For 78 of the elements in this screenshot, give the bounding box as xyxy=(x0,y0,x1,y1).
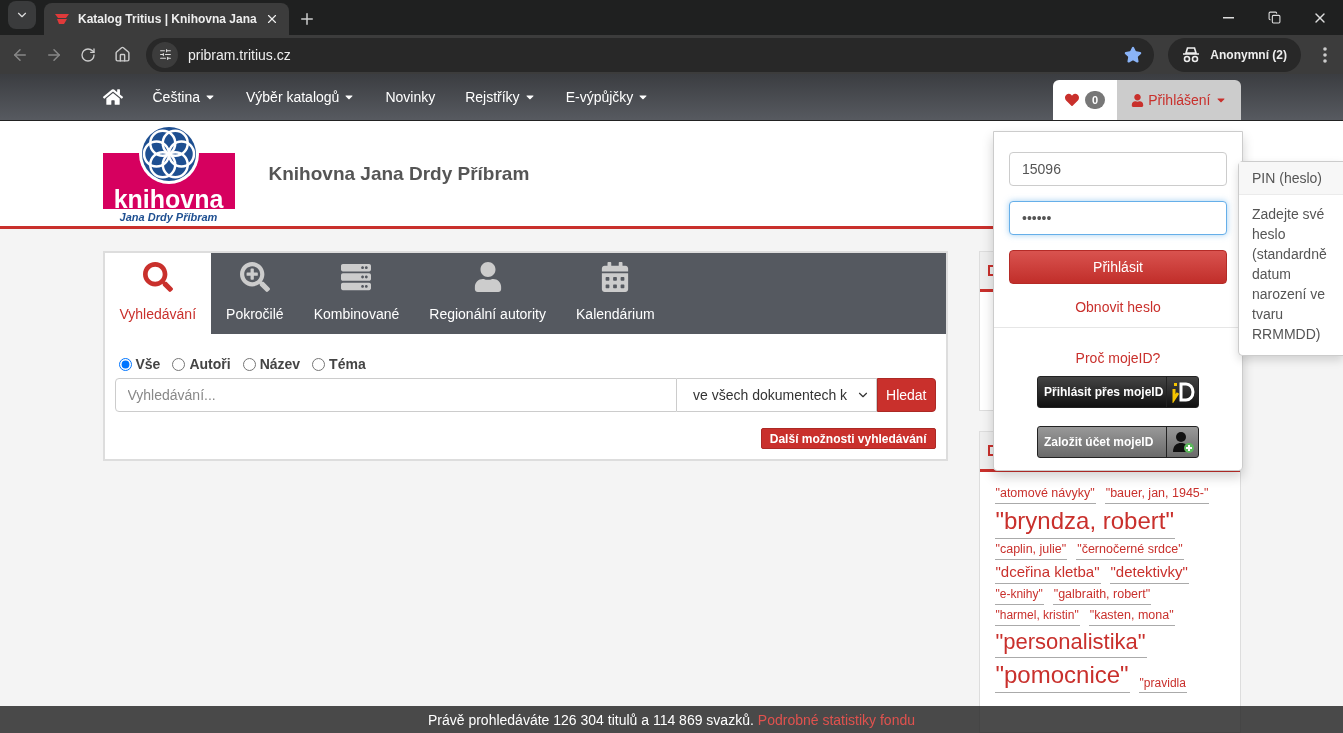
user-icon xyxy=(1131,93,1145,107)
tag-link[interactable]: "galbraith, robert" xyxy=(1052,586,1152,605)
home-icon xyxy=(102,87,123,108)
search-field[interactable]: Vyhledávání... xyxy=(114,378,678,412)
home-button[interactable] xyxy=(112,44,132,65)
radio-button[interactable] xyxy=(242,357,256,371)
tag-link[interactable]: "bryndza, robert" xyxy=(994,507,1175,539)
add-user-icon xyxy=(1170,430,1195,454)
mojeid-register-button[interactable]: Založit účet mojeID xyxy=(1037,426,1199,458)
radio-label[interactable]: Název xyxy=(259,356,301,372)
browser-tab[interactable]: Katalog Tritius | Knihovna Jana xyxy=(44,3,289,36)
id-logo-icon xyxy=(1170,381,1195,403)
login-button[interactable]: Přihlásit xyxy=(1009,250,1227,284)
calendar-icon xyxy=(600,262,631,292)
tag-link[interactable]: "pravidla xyxy=(1138,675,1187,693)
count-badge: 0 xyxy=(1085,91,1106,110)
address-bar[interactable]: pribram.tritius.cz xyxy=(146,37,1155,72)
mojeid-login-button[interactable]: Přihlásit přes mojeID xyxy=(1037,376,1199,408)
tag-link[interactable]: "kasten, mona" xyxy=(1088,607,1175,626)
person-icon xyxy=(472,262,503,292)
tag-link[interactable]: "harmel, kristin" xyxy=(994,608,1080,626)
password-field[interactable]: •••••• xyxy=(1009,201,1227,235)
search-tab[interactable]: Kombinované xyxy=(298,253,415,334)
url-text: pribram.tritius.cz xyxy=(188,46,292,63)
search-button[interactable]: Hledat xyxy=(877,378,936,412)
logo-subtitle: Jana Drdy Příbram xyxy=(118,209,219,224)
favorites-button[interactable]: 0 xyxy=(1053,80,1118,121)
home-icon xyxy=(113,46,131,64)
tag-link[interactable]: "caplin, julie" xyxy=(994,541,1068,560)
heart-icon xyxy=(1065,93,1080,108)
username-field[interactable]: 15096 xyxy=(1009,152,1227,186)
nav-menu[interactable]: Výběr katalogů xyxy=(230,89,371,106)
search-tab[interactable]: Pokročilé xyxy=(211,253,299,334)
bookmark-star-icon[interactable] xyxy=(1124,45,1143,64)
more-options-button[interactable]: Další možnosti vyhledávání xyxy=(760,428,936,449)
server-icon xyxy=(341,262,372,292)
nav-menu[interactable]: Čeština xyxy=(137,89,231,106)
minimize-icon xyxy=(1222,16,1234,19)
radio-button[interactable] xyxy=(118,357,132,371)
library-title: Knihovna Jana Drdy Příbram xyxy=(268,162,530,185)
site-info-button[interactable] xyxy=(152,41,178,68)
tag-link[interactable]: "e-knihy" xyxy=(994,587,1044,605)
sliders-icon xyxy=(158,48,172,62)
radio-label[interactable]: Vše xyxy=(135,356,161,372)
profile-button[interactable]: Anonymní (2) xyxy=(1168,37,1301,72)
radio-label[interactable]: Autoři xyxy=(189,356,231,372)
scope-select[interactable]: ve všech dokumentech k xyxy=(677,378,878,412)
search-tab[interactable]: Regionální autority xyxy=(414,253,561,334)
reload-icon xyxy=(80,46,96,63)
search-tab[interactable]: Kalendárium xyxy=(561,253,670,334)
more-icon xyxy=(1323,46,1327,63)
mojeid-info-link[interactable]: Proč mojeID? xyxy=(1075,350,1161,366)
status-text: Právě prohledáváte 126 304 titulů a 114 869 svazků. xyxy=(427,711,754,728)
search-icon xyxy=(142,262,173,292)
tag-link[interactable]: "pomocnice" xyxy=(994,661,1130,693)
tooltip-text: Zadejte své heslo (standardně datum narození ve tvaru RRMMDD) xyxy=(1251,205,1328,344)
tag-link[interactable]: "bauer, jan, 1945-" xyxy=(1104,486,1210,504)
site-icon xyxy=(54,13,70,26)
nav-link[interactable]: Novinky xyxy=(370,89,451,106)
restore-icon xyxy=(1267,11,1281,25)
tag-link[interactable]: "dceřina kletba" xyxy=(994,562,1101,584)
zoom-in-icon xyxy=(239,262,270,292)
tab-list-button[interactable] xyxy=(8,1,36,30)
login-menu[interactable]: Přihlášení xyxy=(1117,80,1241,121)
search-tab[interactable]: Vyhledávání xyxy=(104,253,212,334)
logo-word: knihovna xyxy=(112,187,225,210)
tag-link[interactable]: "personalistika" xyxy=(994,628,1147,659)
reset-password-link[interactable]: Obnovit heslo xyxy=(1009,299,1227,315)
tag-link[interactable]: "černočerné srdce" xyxy=(1076,541,1184,560)
radio-label[interactable]: Téma xyxy=(329,356,366,372)
tag-link[interactable]: "detektivky" xyxy=(1109,562,1189,584)
radio-button[interactable] xyxy=(312,357,326,371)
nav-menu[interactable]: Rejstříky xyxy=(450,89,551,106)
tooltip-title: PIN (heslo) xyxy=(1239,162,1343,195)
tag-link[interactable]: "atomové návyky" xyxy=(994,486,1096,504)
radio-button[interactable] xyxy=(172,357,186,371)
incognito-icon xyxy=(1182,46,1201,63)
nav-menu[interactable]: E-výpůjčky xyxy=(550,89,665,106)
